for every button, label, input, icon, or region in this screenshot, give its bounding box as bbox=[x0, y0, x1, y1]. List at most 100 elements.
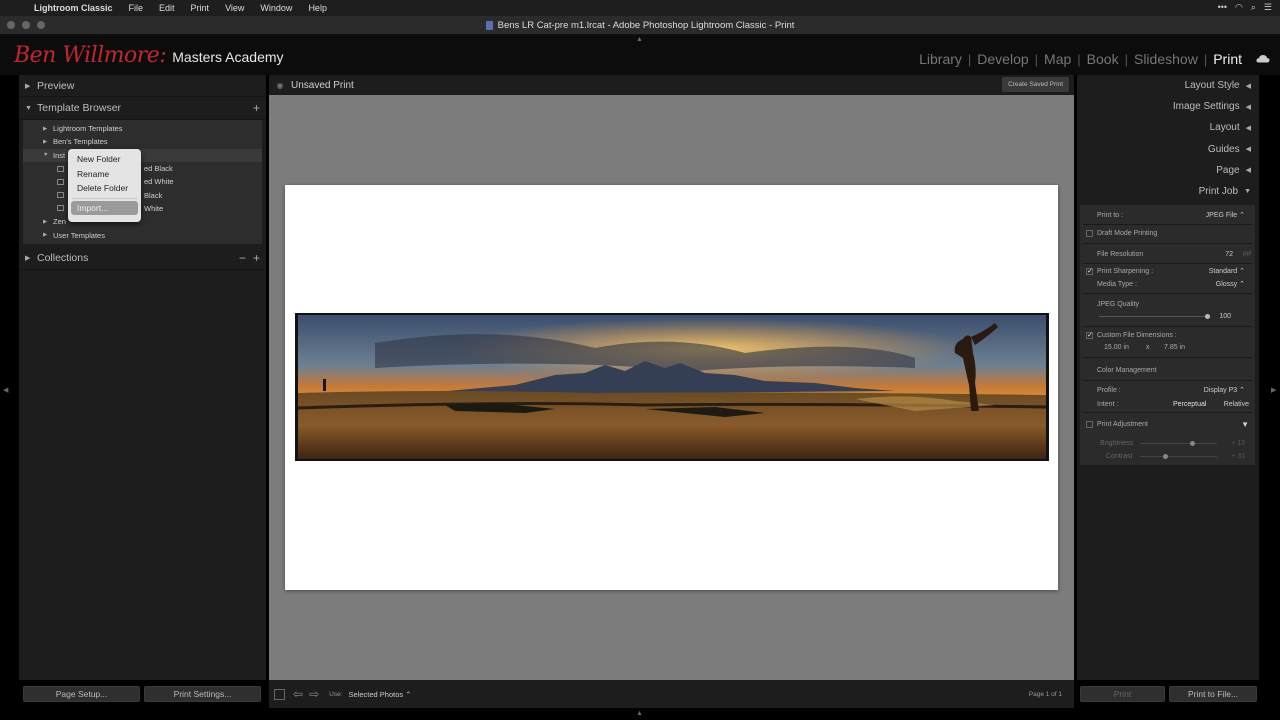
file-resolution-label: File Resolution bbox=[1097, 250, 1144, 258]
image-settings-header[interactable]: Image Settings ◀ bbox=[1077, 96, 1259, 117]
profile-select[interactable]: Display P3 ⌃ bbox=[1204, 386, 1245, 394]
left-panel-toggle-icon[interactable]: ◀ bbox=[3, 386, 8, 394]
folder-zen[interactable]: ▶ Zen bbox=[23, 215, 262, 228]
print-to-select[interactable]: JPEG File ⌃ bbox=[1206, 211, 1245, 219]
template-browser-label: Template Browser bbox=[37, 102, 122, 114]
zoom-window-button[interactable] bbox=[37, 21, 45, 29]
print-job-header[interactable]: Print Job ▼ bbox=[1077, 181, 1259, 202]
template-item[interactable]: Black bbox=[23, 188, 262, 201]
search-icon[interactable]: ⌕ bbox=[1251, 2, 1256, 13]
media-type-value: Glossy bbox=[1215, 281, 1238, 289]
use-select[interactable]: Selected Photos ⌃ bbox=[349, 690, 412, 699]
cloud-sync-icon[interactable] bbox=[1256, 54, 1270, 63]
intent-relative[interactable]: Relative bbox=[1224, 401, 1249, 408]
expand-triangle-icon: ◀ bbox=[1245, 103, 1251, 111]
expand-triangle-icon[interactable]: ▶ bbox=[43, 232, 53, 238]
menu-item-import[interactable]: Import... bbox=[71, 200, 138, 215]
layout-style-header[interactable]: Layout Style ◀ bbox=[1077, 75, 1259, 96]
add-collection-button[interactable]: + bbox=[253, 251, 260, 265]
add-template-button[interactable]: + bbox=[253, 101, 260, 115]
next-page-arrow-icon[interactable]: ⇨ bbox=[309, 687, 319, 701]
intent-perceptual[interactable]: Perceptual bbox=[1173, 401, 1206, 408]
folder-bens-templates[interactable]: ▶ Ben's Templates bbox=[23, 135, 262, 148]
module-slideshow[interactable]: Slideshow bbox=[1128, 51, 1204, 67]
module-print[interactable]: Print bbox=[1207, 51, 1248, 67]
contrast-label: Contrast bbox=[1106, 452, 1133, 460]
folder-selected[interactable]: ▼ Inst bbox=[23, 148, 262, 162]
jpeg-quality-value[interactable]: 100 bbox=[1219, 313, 1231, 320]
print-adjustment-checkbox[interactable] bbox=[1086, 420, 1093, 428]
preview-panel-header[interactable]: ▶ Preview bbox=[19, 75, 266, 97]
module-book[interactable]: Book bbox=[1081, 51, 1125, 67]
menu-item-new-folder[interactable]: New Folder bbox=[68, 152, 141, 167]
module-develop[interactable]: Develop bbox=[971, 51, 1034, 67]
file-resolution-value[interactable]: 72 bbox=[1225, 251, 1233, 258]
layout-header[interactable]: Layout ◀ bbox=[1077, 117, 1259, 138]
page-setup-button[interactable]: Page Setup... bbox=[23, 686, 140, 702]
menu-app-name[interactable]: Lightroom Classic bbox=[34, 3, 113, 13]
print-sharpening-select[interactable]: Standard ⌃ bbox=[1209, 267, 1245, 275]
print-sharpening-label: Print Sharpening : bbox=[1097, 267, 1154, 275]
menu-print[interactable]: Print bbox=[191, 3, 210, 13]
right-panel-footer: Print Print to File... bbox=[1077, 680, 1259, 708]
dims-width[interactable]: 15.00 in bbox=[1104, 344, 1129, 351]
custom-dims-checkbox[interactable]: ✓ bbox=[1086, 331, 1093, 339]
media-type-select[interactable]: Glossy ⌃ bbox=[1216, 280, 1245, 288]
contrast-value: + 31 bbox=[1231, 452, 1245, 460]
control-center-icon[interactable]: ☰ bbox=[1264, 2, 1272, 13]
folder-user-templates[interactable]: ▶ User Templates bbox=[23, 228, 262, 241]
expand-triangle-icon: ◀ bbox=[1245, 82, 1251, 90]
module-map[interactable]: Map bbox=[1038, 51, 1077, 67]
brand-academy: Masters Academy bbox=[172, 49, 284, 65]
folder-label: Zen bbox=[53, 217, 66, 227]
dims-height[interactable]: 7.85 in bbox=[1164, 344, 1185, 351]
menu-help[interactable]: Help bbox=[308, 3, 327, 13]
minimize-window-button[interactable] bbox=[22, 21, 30, 29]
menu-file[interactable]: File bbox=[129, 3, 144, 13]
print-to-file-button[interactable]: Print to File... bbox=[1169, 686, 1257, 702]
expand-triangle-icon[interactable]: ▶ bbox=[43, 126, 53, 132]
header-label: Page bbox=[1216, 164, 1240, 176]
collapse-triangle-icon[interactable]: ▼ bbox=[43, 152, 53, 158]
panorama-photo[interactable] bbox=[295, 313, 1049, 461]
page-header[interactable]: Page ◀ bbox=[1077, 160, 1259, 181]
template-item[interactable]: White bbox=[23, 202, 262, 215]
file-resolution-unit: ppi bbox=[1242, 251, 1251, 258]
collections-header[interactable]: ▶ Collections − + bbox=[19, 248, 266, 270]
expand-triangle-icon: ◀ bbox=[1245, 146, 1251, 154]
remove-collection-button[interactable]: − bbox=[239, 251, 246, 265]
folder-lightroom-templates[interactable]: ▶ Lightroom Templates bbox=[23, 122, 262, 135]
template-item[interactable]: ed White bbox=[23, 175, 262, 188]
print-adjustment-disclosure-icon[interactable]: ▼ bbox=[1241, 420, 1249, 429]
template-icon bbox=[57, 165, 64, 172]
top-panel-toggle-icon[interactable]: ▲ bbox=[636, 36, 643, 43]
template-browser-header[interactable]: ▼ Template Browser + bbox=[19, 97, 266, 120]
template-item[interactable]: ed Black bbox=[23, 162, 262, 175]
right-panel-toggle-icon[interactable]: ▶ bbox=[1271, 386, 1276, 394]
guides-header[interactable]: Guides ◀ bbox=[1077, 139, 1259, 160]
menu-edit[interactable]: Edit bbox=[159, 3, 175, 13]
bottom-panel-toggle-icon[interactable]: ▲ bbox=[636, 710, 643, 717]
expand-triangle-icon[interactable]: ▶ bbox=[43, 219, 53, 225]
brightness-slider[interactable] bbox=[1140, 443, 1217, 445]
module-library[interactable]: Library bbox=[913, 51, 968, 67]
menu-item-delete-folder[interactable]: Delete Folder bbox=[68, 181, 141, 196]
previous-page-arrow-icon[interactable]: ⇦ bbox=[293, 687, 303, 701]
toolbar-checkbox[interactable] bbox=[274, 688, 285, 700]
menu-view[interactable]: View bbox=[225, 3, 244, 13]
close-window-button[interactable] bbox=[7, 21, 15, 29]
folder-label: Lightroom Templates bbox=[53, 124, 123, 134]
expand-triangle-icon[interactable]: ▶ bbox=[43, 139, 53, 145]
folder-label: Inst bbox=[53, 150, 66, 160]
media-type-row: Media Type : Glossy ⌃ bbox=[1080, 278, 1255, 290]
menu-window[interactable]: Window bbox=[260, 3, 292, 13]
wifi-icon[interactable]: ◠ bbox=[1235, 2, 1243, 13]
contrast-slider[interactable] bbox=[1140, 456, 1217, 458]
create-saved-print-button[interactable]: Create Saved Print bbox=[1002, 77, 1069, 92]
print-settings-button[interactable]: Print Settings... bbox=[144, 686, 261, 702]
menu-item-rename[interactable]: Rename bbox=[68, 167, 141, 182]
print-sharpening-checkbox[interactable]: ✓ bbox=[1086, 267, 1093, 275]
print-button[interactable]: Print bbox=[1080, 686, 1165, 702]
draft-mode-checkbox[interactable] bbox=[1086, 229, 1093, 237]
dots-icon[interactable]: ••• bbox=[1218, 2, 1227, 13]
